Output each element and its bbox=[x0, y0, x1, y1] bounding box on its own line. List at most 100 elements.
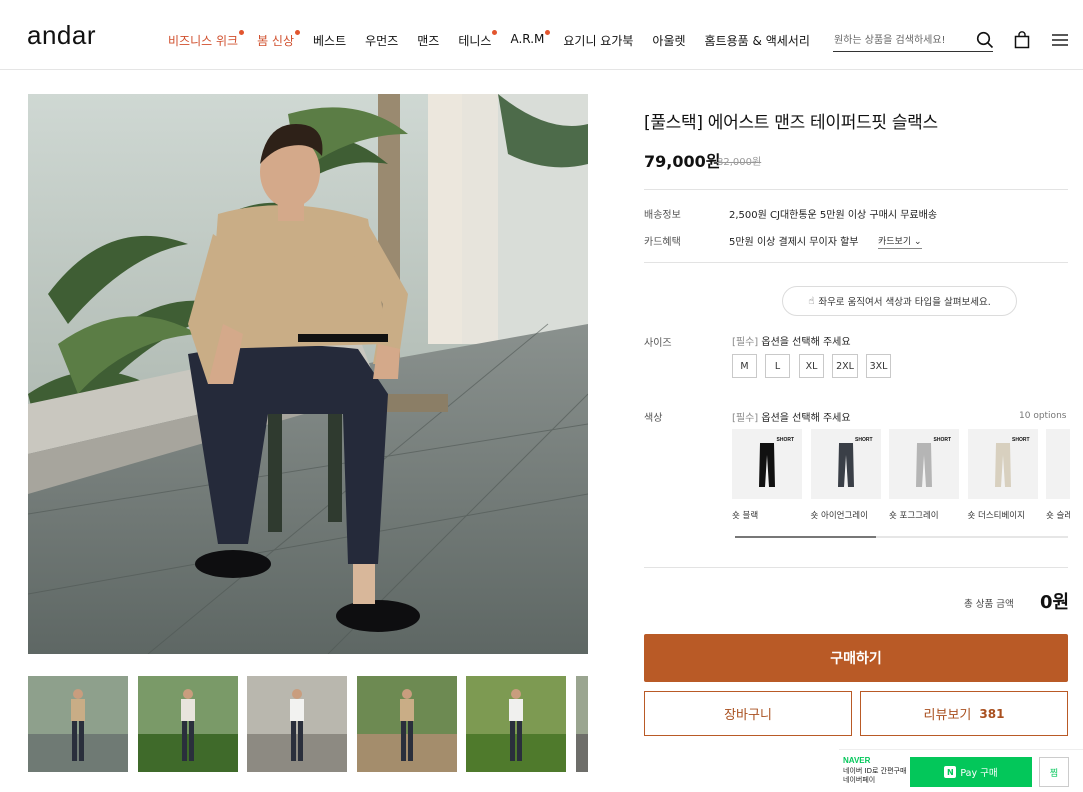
total-value: 0원 bbox=[1040, 592, 1070, 613]
product-thumbnail[interactable] bbox=[356, 676, 457, 772]
shipping-value: 2,500원 CJ대한통운 5만원 이상 구매시 무료배송 bbox=[729, 210, 938, 221]
swatch-image: SHORT bbox=[732, 429, 802, 499]
reviews-button[interactable]: 리뷰보기 381 bbox=[860, 691, 1068, 736]
nav-item[interactable]: 아울렛 bbox=[652, 32, 685, 49]
review-count: 381 bbox=[979, 706, 1005, 721]
search-input[interactable] bbox=[833, 30, 993, 52]
swatch-name: 숏 더스티베이지 bbox=[967, 511, 1025, 521]
swatch-image: SHORT bbox=[889, 429, 959, 499]
size-label: 사이즈 bbox=[644, 338, 672, 349]
nav-item-label: 맨즈 bbox=[417, 34, 440, 48]
product-thumbnail[interactable] bbox=[466, 676, 566, 772]
nav-item[interactable]: 테니스 bbox=[458, 30, 498, 49]
swatch-image: SHORT bbox=[1046, 429, 1070, 499]
carousel-scroll-thumb[interactable] bbox=[735, 536, 876, 538]
thumbnail-strip bbox=[28, 676, 588, 772]
naver-pay-bar: NAVER 네이버 ID로 간편구매 네이버페이 N Pay 구매 찜 bbox=[839, 749, 1083, 792]
brand-logo[interactable]: andar bbox=[27, 20, 96, 51]
color-prompt: [필수] 옵션을 선택해 주세요 bbox=[732, 409, 851, 424]
required-tag: [필수] bbox=[732, 413, 759, 424]
swatch-name: 숏 블랙 bbox=[732, 511, 759, 521]
color-swatch[interactable]: SHORT 숏 포그그레이 bbox=[889, 429, 959, 521]
original-price: 82,000원 bbox=[717, 157, 762, 168]
nav-item[interactable]: 맨즈 bbox=[417, 32, 439, 49]
color-swatch-carousel[interactable]: SHORT 숏 블랙 SHORT 숏 아이언그레이 SHORT 숏 포그그레이 … bbox=[732, 429, 1070, 529]
size-option-button[interactable]: M bbox=[732, 354, 757, 378]
add-to-cart-button[interactable]: 장바구니 bbox=[644, 691, 852, 736]
new-dot-badge bbox=[295, 30, 300, 35]
color-swatch[interactable]: SHORT 숏 더스티베이지 bbox=[967, 429, 1038, 521]
swatch-tag: SHORT bbox=[1012, 437, 1030, 443]
product-thumbnail[interactable] bbox=[247, 676, 347, 772]
site-header: andar 비즈니스 위크 봄 신상 베스트 우먼즈 맨즈 테니스 A.R.M 요기니 요가북… bbox=[0, 0, 1083, 70]
divider bbox=[644, 567, 1068, 568]
required-tag: [필수] bbox=[732, 337, 759, 348]
card-link-label: 카드보기 bbox=[878, 237, 912, 247]
swipe-hint-text: 좌우로 움직여서 색상과 타입을 살펴보세요. bbox=[818, 297, 991, 308]
chevron-down-icon: ⌄ bbox=[914, 237, 922, 247]
nav-item-label: 홈트용품 & 액세서리 bbox=[704, 34, 810, 48]
main-nav: 비즈니스 위크 봄 신상 베스트 우먼즈 맨즈 테니스 A.R.M 요기니 요가북 아울렛 홈트용… bbox=[168, 30, 829, 49]
nav-item-label: 우먼즈 bbox=[365, 34, 399, 48]
swatch-image: SHORT bbox=[967, 429, 1038, 499]
nav-item-label: 테니스 bbox=[458, 34, 492, 48]
size-option-button[interactable]: 2XL bbox=[832, 354, 858, 378]
nav-item[interactable]: A.R.M bbox=[510, 30, 551, 49]
nav-item-label: 베스트 bbox=[313, 34, 347, 48]
nav-item[interactable]: 베스트 bbox=[313, 32, 346, 49]
menu-icon[interactable] bbox=[1051, 31, 1069, 49]
card-details-link[interactable]: 카드보기 ⌄ bbox=[878, 234, 922, 249]
buy-button[interactable]: 구매하기 bbox=[644, 634, 1068, 682]
nav-item[interactable]: 비즈니스 위크 bbox=[168, 30, 245, 49]
product-thumbnail[interactable] bbox=[28, 676, 128, 772]
nav-item-label: A.R.M bbox=[510, 32, 545, 46]
new-dot-badge bbox=[545, 30, 551, 35]
size-prompt-text: 옵션을 선택해 주세요 bbox=[761, 337, 851, 348]
size-prompt: [필수] 옵션을 선택해 주세요 bbox=[732, 333, 851, 348]
cart-button-label: 장바구니 bbox=[724, 708, 772, 723]
search-icon[interactable] bbox=[976, 31, 994, 49]
swatch-tag: SHORT bbox=[855, 437, 873, 443]
hand-pointer-icon: ☝ bbox=[808, 295, 815, 307]
swipe-hint: ☝ 좌우로 움직여서 색상과 타입을 살펴보세요. bbox=[782, 286, 1017, 316]
pants-icon bbox=[1046, 429, 1070, 499]
product-main-image[interactable] bbox=[28, 94, 588, 654]
swatch-tag: SHORT bbox=[933, 437, 952, 443]
naver-pay-icon: N bbox=[944, 766, 957, 778]
nav-item[interactable]: 우먼즈 bbox=[365, 32, 398, 49]
card-value: 5만원 이상 결제시 무이자 할부 bbox=[729, 237, 859, 248]
divider bbox=[644, 262, 1068, 263]
naver-pay-button[interactable]: N Pay 구매 bbox=[910, 757, 1032, 787]
naver-wishlist-button[interactable]: 찜 bbox=[1039, 757, 1069, 787]
product-price: 79,000원 bbox=[644, 152, 721, 171]
nav-item[interactable]: 요기니 요가북 bbox=[563, 32, 633, 49]
reviews-button-label: 리뷰보기 bbox=[923, 708, 972, 723]
nav-item-label: 요기니 요가북 bbox=[563, 34, 634, 48]
swatch-name: 숏 슬레 bbox=[1046, 511, 1070, 521]
total-label: 총 상품 금액 bbox=[964, 599, 1014, 610]
new-dot-badge bbox=[239, 30, 245, 35]
naver-pay-label: Pay 구매 bbox=[960, 768, 998, 779]
nav-item[interactable]: 홈트용품 & 액세서리 bbox=[705, 32, 810, 49]
naver-logo: NAVER bbox=[843, 756, 871, 765]
swatch-tag: SHORT bbox=[776, 437, 795, 443]
color-swatch[interactable]: SHORT 숏 슬레 bbox=[1046, 429, 1070, 521]
size-option-button[interactable]: L bbox=[765, 354, 790, 378]
nav-item[interactable]: 봄 신상 bbox=[257, 30, 300, 49]
color-swatch[interactable]: SHORT 숏 블랙 bbox=[732, 429, 802, 521]
new-dot-badge bbox=[492, 30, 498, 35]
cart-icon[interactable] bbox=[1013, 31, 1031, 49]
nav-item-label: 아울렛 bbox=[652, 34, 686, 48]
swatch-name: 숏 아이언그레이 bbox=[810, 511, 868, 521]
option-count: 10 options bbox=[1019, 411, 1067, 421]
size-option-button[interactable]: 3XL bbox=[866, 354, 891, 378]
product-title: [풀스택] 에어스트 맨즈 테이퍼드핏 슬랙스 bbox=[644, 113, 938, 133]
divider bbox=[644, 189, 1068, 190]
shipping-label: 배송정보 bbox=[644, 210, 681, 221]
size-option-button[interactable]: XL bbox=[799, 354, 824, 378]
color-swatch[interactable]: SHORT 숏 아이언그레이 bbox=[810, 429, 881, 521]
card-label: 카드혜택 bbox=[644, 237, 681, 248]
nav-item-label: 봄 신상 bbox=[257, 34, 294, 48]
product-thumbnail[interactable] bbox=[137, 676, 238, 772]
product-thumbnail[interactable] bbox=[575, 676, 588, 772]
